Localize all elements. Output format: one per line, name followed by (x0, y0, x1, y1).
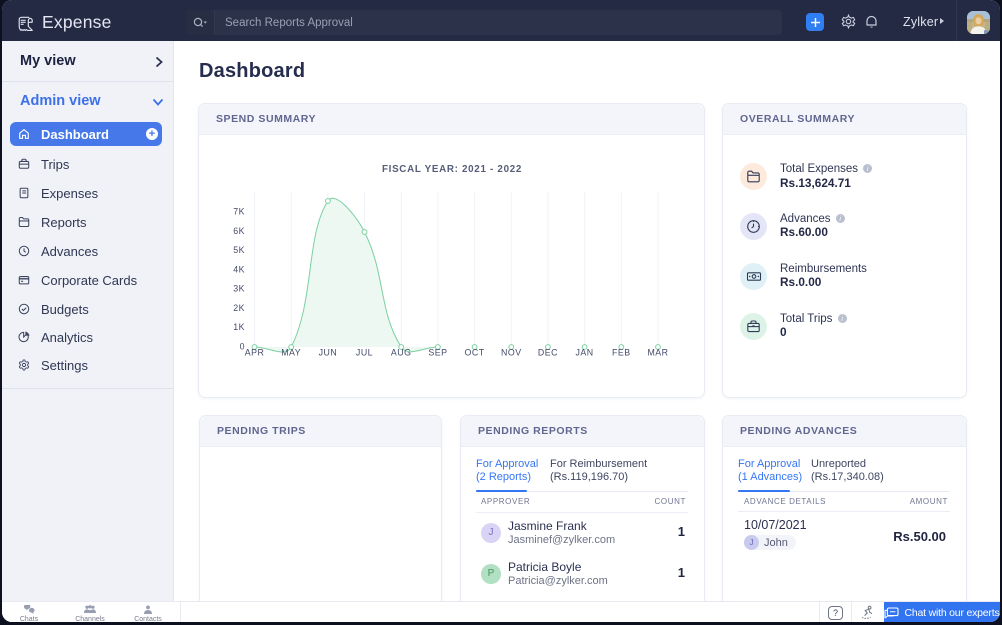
svg-text:SEP: SEP (428, 348, 447, 358)
svg-text:7K: 7K (233, 207, 245, 217)
svg-text:MAR: MAR (647, 348, 668, 358)
svg-text:JUL: JUL (356, 348, 373, 358)
svg-text:4K: 4K (233, 264, 245, 274)
svg-text:6K: 6K (233, 226, 245, 236)
svg-text:DEC: DEC (538, 348, 558, 358)
svg-text:3K: 3K (233, 284, 245, 294)
svg-text:AUG: AUG (391, 348, 412, 358)
svg-text:5K: 5K (233, 245, 245, 255)
svg-text:NOV: NOV (501, 348, 522, 358)
svg-text:OCT: OCT (465, 348, 485, 358)
svg-text:JUN: JUN (319, 348, 338, 358)
svg-text:APR: APR (245, 348, 265, 358)
svg-text:2K: 2K (233, 303, 245, 313)
svg-text:JAN: JAN (576, 348, 594, 358)
svg-text:1K: 1K (233, 322, 245, 332)
svg-text:FISCAL YEAR: 2021 - 2022: FISCAL YEAR: 2021 - 2022 (382, 164, 522, 175)
svg-text:FEB: FEB (612, 348, 631, 358)
svg-text:MAY: MAY (281, 348, 301, 358)
